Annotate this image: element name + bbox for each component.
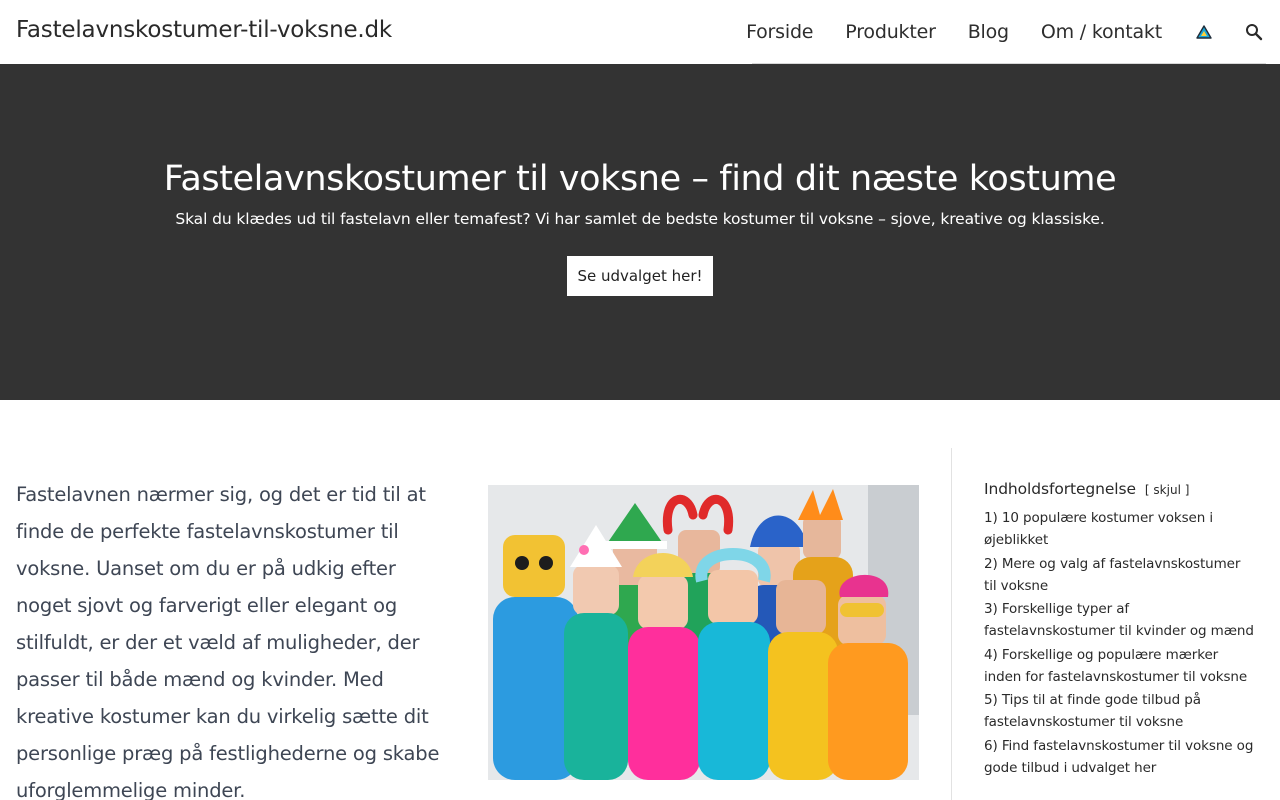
- toc-header: Indholdsfortegnelse [ skjul ]: [984, 480, 1256, 498]
- nav-item-produkter[interactable]: Produkter: [845, 21, 936, 43]
- intro-paragraph: Fastelavnen nærmer sig, og det er tid ti…: [16, 483, 440, 800]
- list-item: 2) Mere og valg af fastelavnskostumer ti…: [984, 553, 1256, 597]
- list-item: 4) Forskellige og populære mærker inden …: [984, 644, 1256, 688]
- nav-item-om-kontakt[interactable]: Om / kontakt: [1041, 21, 1162, 43]
- list-item: 6) Find fastelavnskostumer til voksne og…: [984, 735, 1256, 779]
- hero-banner: Fastelavnskostumer til voksne – find dit…: [0, 64, 1280, 400]
- toc-toggle-label[interactable]: skjul: [1153, 483, 1180, 497]
- toc-title: Indholdsfortegnelse: [984, 480, 1136, 498]
- toc-link[interactable]: 1) 10 populære kostumer voksen i øjeblik…: [984, 510, 1213, 548]
- site-header: Fastelavnskostumer-til-voksne.dk Forside…: [0, 0, 1280, 64]
- costume-group-photo: [488, 485, 919, 780]
- warning-triangle-icon[interactable]: [1194, 22, 1214, 42]
- hero-title: Fastelavnskostumer til voksne – find dit…: [163, 159, 1117, 199]
- toc-link[interactable]: 6) Find fastelavnskostumer til voksne og…: [984, 738, 1253, 776]
- see-selection-button[interactable]: Se udvalget her!: [567, 256, 713, 296]
- toc-list: 1) 10 populære kostumer voksen i øjeblik…: [984, 507, 1256, 779]
- list-item: 3) Forskellige typer af fastelavnskostum…: [984, 598, 1256, 642]
- hero-subtitle: Skal du klædes ud til fastelavn eller te…: [175, 210, 1105, 228]
- list-item: 1) 10 populære kostumer voksen i øjeblik…: [984, 507, 1256, 551]
- toc-link[interactable]: 3) Forskellige typer af fastelavnskostum…: [984, 601, 1254, 639]
- toc-toggle-close: ]: [1184, 483, 1190, 497]
- table-of-contents: Indholdsfortegnelse [ skjul ] 1) 10 popu…: [984, 480, 1256, 780]
- toc-toggle-open: [: [1144, 483, 1150, 497]
- nav-item-blog[interactable]: Blog: [968, 21, 1009, 43]
- main-nav: Forside Produkter Blog Om / kontakt: [746, 0, 1280, 64]
- toc-toggle[interactable]: [ skjul ]: [1145, 483, 1190, 497]
- toc-link[interactable]: 4) Forskellige og populære mærker inden …: [984, 647, 1247, 685]
- site-title-link[interactable]: Fastelavnskostumer-til-voksne.dk: [16, 17, 392, 43]
- toc-link[interactable]: 2) Mere og valg af fastelavnskostumer ti…: [984, 556, 1240, 594]
- sidebar-divider: [951, 448, 952, 800]
- search-icon[interactable]: [1244, 22, 1264, 42]
- toc-link[interactable]: 5) Tips til at finde gode tilbud på fast…: [984, 692, 1201, 730]
- nav-item-forside[interactable]: Forside: [746, 21, 813, 43]
- list-item: 5) Tips til at finde gode tilbud på fast…: [984, 689, 1256, 733]
